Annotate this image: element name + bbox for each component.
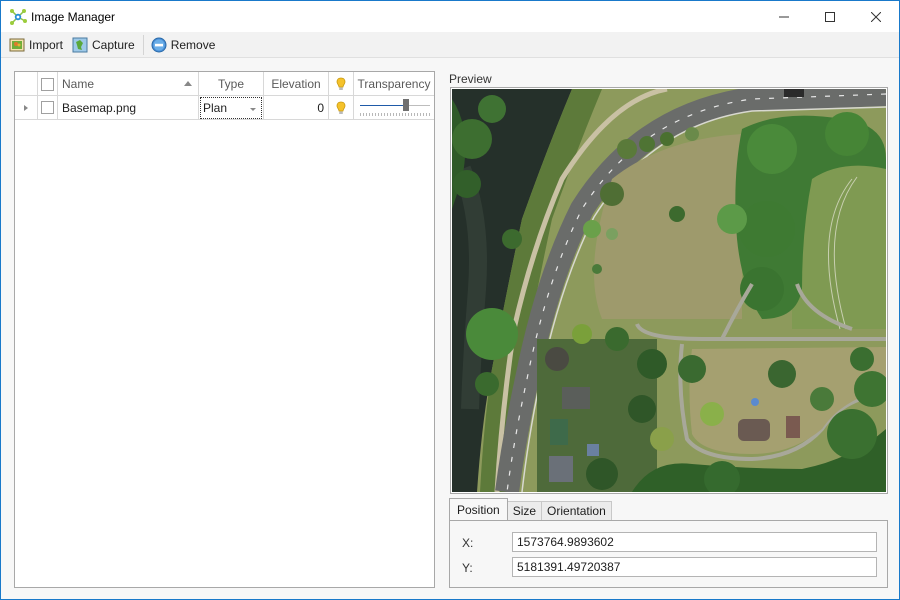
y-label: Y: [462,561,473,575]
properties-tabs: Position Size Orientation [449,498,612,520]
row-checkbox-box [41,101,54,114]
image-manager-window: Image Manager Import Capture Remove Name… [0,0,900,600]
column-header-elevation[interactable]: Elevation [264,72,329,96]
row-expand-button[interactable] [15,96,38,119]
toolbar-separator [142,34,144,55]
column-header-visibility[interactable] [329,72,354,96]
tab-size-label: Size [512,504,537,518]
remove-label: Remove [170,37,216,52]
minimize-button[interactable] [761,1,807,32]
image-name: Basemap.png [62,100,137,115]
tab-position[interactable]: Position [449,498,508,520]
slider-track-empty [406,105,430,106]
column-header-type[interactable]: Type [199,72,264,96]
select-all-checkbox-box [41,77,54,91]
capture-button[interactable]: Capture [69,34,138,56]
capture-map-icon [72,37,88,53]
remove-button[interactable]: Remove [148,34,219,56]
type-dropdown[interactable]: Plan [200,97,262,119]
row-checkbox[interactable] [38,96,58,119]
cell-elevation[interactable]: 0 [264,96,329,119]
close-button[interactable] [853,1,899,32]
tab-position-label: Position [457,502,500,517]
elevation-value: 0 [317,100,324,115]
column-type-label: Type [217,77,244,91]
cell-type[interactable]: Plan [199,96,264,119]
network-nodes-icon [9,8,27,26]
transparency-slider[interactable] [354,96,434,119]
images-grid: Name Type Elevation Transparency Basemap… [14,71,435,588]
slider-thumb[interactable] [403,99,409,111]
maximize-icon [825,11,835,22]
import-button[interactable]: Import [6,34,66,56]
aerial-photo [452,89,886,492]
lightbulb-icon [336,77,346,90]
chevron-right-icon [24,104,28,111]
lightbulb-icon [336,101,346,114]
type-value: Plan [203,101,228,115]
preview-label: Preview [449,72,492,86]
sort-ascending-icon [184,81,192,86]
column-name-label: Name [62,77,95,91]
toolbar: Import Capture Remove [1,32,899,58]
remove-icon [151,37,167,53]
import-label: Import [29,37,64,52]
visibility-toggle[interactable] [329,96,354,119]
column-transparency-label: Transparency [357,77,431,91]
grid-header: Name Type Elevation Transparency [15,72,434,96]
x-coordinate-input[interactable] [512,532,877,552]
position-panel: X: Y: [449,520,888,588]
tab-orientation[interactable]: Orientation [541,501,612,520]
select-all-checkbox[interactable] [38,72,58,96]
tab-size[interactable]: Size [506,501,543,520]
title-bar: Image Manager [1,1,899,32]
column-header-name[interactable]: Name [58,72,199,96]
capture-label: Capture [92,37,135,52]
row-indicator-header [15,72,38,96]
import-image-icon [9,37,25,53]
y-coordinate-input[interactable] [512,557,877,577]
slider-ticks [360,113,430,116]
window-title: Image Manager [31,10,116,24]
slider-track-filled [360,105,406,106]
tab-orientation-label: Orientation [547,504,606,518]
table-row[interactable]: Basemap.png Plan 0 [15,96,434,120]
close-icon [871,11,881,22]
minimize-icon [779,16,789,17]
column-elevation-label: Elevation [271,77,321,91]
preview-image [450,87,888,494]
dropdown-arrow-icon [250,108,256,111]
maximize-button[interactable] [807,1,853,32]
cell-name[interactable]: Basemap.png [58,96,199,119]
x-label: X: [462,536,474,550]
column-header-transparency[interactable]: Transparency [354,72,434,96]
